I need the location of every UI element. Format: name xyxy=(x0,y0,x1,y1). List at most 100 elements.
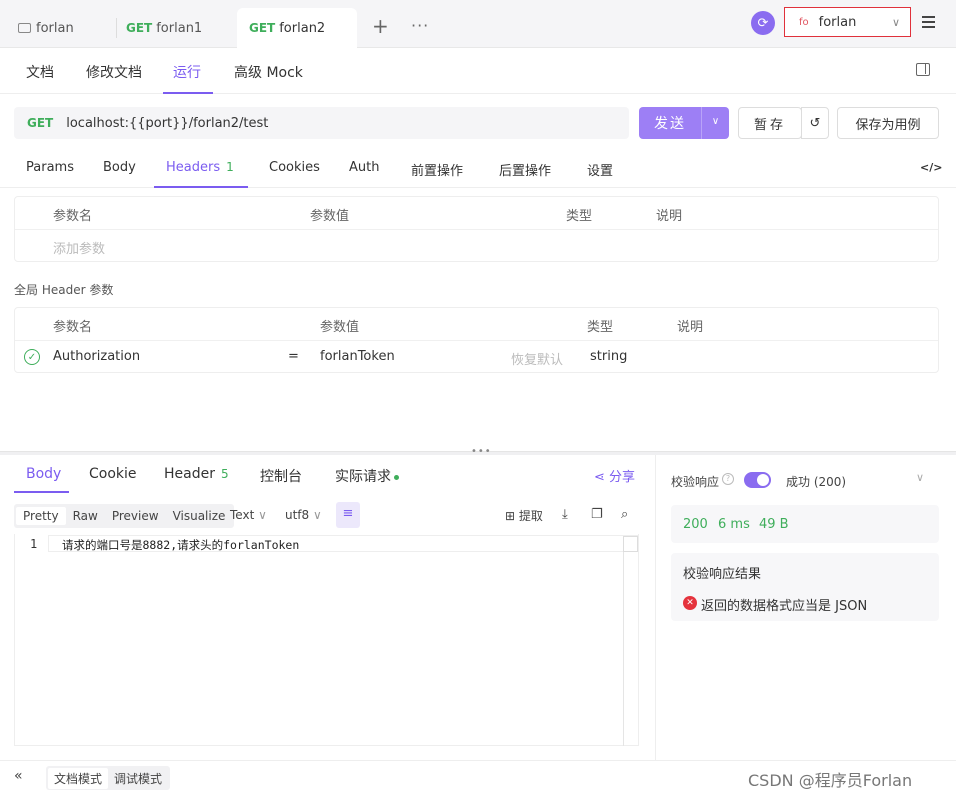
resp-tab-cookie[interactable]: Cookie xyxy=(89,466,137,482)
chevron-down-icon: ∨ xyxy=(891,15,900,29)
tab-params[interactable]: Params xyxy=(26,160,74,175)
tab-auth[interactable]: Auth xyxy=(349,160,379,175)
tab-cookies[interactable]: Cookies xyxy=(269,160,320,175)
env-name: forlan xyxy=(818,14,857,30)
validation-error-text: 返回的数据格式应当是 JSON xyxy=(701,599,868,614)
equals-sign: = xyxy=(288,349,299,364)
url-bar[interactable]: GET localhost:{{port}}/forlan2/test xyxy=(14,107,629,139)
share-button[interactable]: ⋖ 分享 xyxy=(594,466,635,485)
side-panel-icon[interactable] xyxy=(916,63,930,76)
response-editor[interactable] xyxy=(14,534,639,746)
copy-icon[interactable]: ❐ xyxy=(591,507,603,522)
environment-select[interactable]: fo forlan ∨ xyxy=(784,7,911,37)
extract-icon: ⊞ xyxy=(505,509,516,523)
headers-count-badge: 1 xyxy=(226,160,234,174)
response-size: 49 B xyxy=(759,517,789,532)
folder-icon xyxy=(18,23,31,33)
chevron-down-icon: ∨ xyxy=(258,508,267,522)
global-headers-table: 参数名 参数值 类型 说明 ✓ Authorization = forlanTo… xyxy=(14,307,939,373)
nav-doc[interactable]: 文档 xyxy=(26,62,54,82)
save-label: 暂存 xyxy=(753,117,786,133)
col-value: 参数值 xyxy=(310,209,350,224)
share-label: 分享 xyxy=(609,470,636,485)
global-header-label: 全局 Header 参数 xyxy=(14,283,114,297)
tab-forlan2[interactable]: GET forlan2 xyxy=(237,8,357,48)
format-type-select[interactable]: Text ∨ xyxy=(230,508,267,522)
nav-run[interactable]: 运行 xyxy=(173,62,201,82)
tab-forlan[interactable]: forlan xyxy=(6,8,86,48)
resp-tab-actual-request[interactable]: 实际请求 xyxy=(335,466,399,486)
status-dot xyxy=(394,474,399,480)
search-icon[interactable]: ⌕ xyxy=(621,507,628,522)
tab-label: forlan2 xyxy=(279,20,326,36)
resp-tab-body[interactable]: Body xyxy=(26,466,61,482)
tab-headers[interactable]: Headers 1 xyxy=(166,160,234,175)
resp-tab-header[interactable]: Header 5 xyxy=(164,466,229,482)
tab-headers-label: Headers xyxy=(166,160,221,175)
help-icon[interactable]: ? xyxy=(722,473,734,485)
table-header xyxy=(15,308,938,341)
tab-body[interactable]: Body xyxy=(103,160,136,175)
tab-pre-actions[interactable]: 前置操作 xyxy=(411,160,463,179)
global-param-name: Authorization xyxy=(53,349,141,364)
debug-mode-button[interactable]: 调试模式 xyxy=(108,768,168,789)
vertical-divider[interactable] xyxy=(655,455,656,760)
global-param-type: string xyxy=(590,349,628,364)
check-circle-icon[interactable]: ✓ xyxy=(24,349,40,365)
resp-header-label: Header xyxy=(164,466,215,482)
restore-default-link[interactable]: 恢复默认 xyxy=(511,349,563,368)
resp-header-count: 5 xyxy=(220,467,229,481)
resp-actual-label: 实际请求 xyxy=(335,469,391,485)
nav-mock[interactable]: 高级 Mock xyxy=(234,62,303,82)
validation-result-title: 校验响应结果 xyxy=(683,567,762,582)
col-type: 类型 xyxy=(587,320,614,335)
resp-tab-console[interactable]: 控制台 xyxy=(260,466,302,486)
send-dropdown-icon[interactable]: ∨ xyxy=(701,107,729,139)
table-header xyxy=(15,197,938,230)
more-icon[interactable]: ··· xyxy=(411,16,429,35)
format-raw[interactable]: Raw xyxy=(66,507,105,525)
tab-label: forlan1 xyxy=(156,20,203,36)
resp-active-indicator xyxy=(14,491,69,493)
tab-post-actions[interactable]: 后置操作 xyxy=(499,160,551,179)
extract-button[interactable]: ⊞ 提取 xyxy=(505,507,543,524)
col-desc: 说明 xyxy=(656,209,683,224)
send-button[interactable]: 发送 ∨ xyxy=(639,107,729,139)
method-label[interactable]: GET xyxy=(27,116,53,130)
drag-handle-icon[interactable]: ••• xyxy=(471,446,492,457)
menu-icon[interactable] xyxy=(916,9,940,35)
revert-icon[interactable]: ↺ xyxy=(801,107,829,139)
collapse-icon[interactable]: « xyxy=(14,768,23,784)
format-visualize[interactable]: Visualize xyxy=(166,507,233,525)
scrollbar-thumb[interactable] xyxy=(623,536,638,552)
encoding-select[interactable]: utf8 ∨ xyxy=(285,508,322,522)
chevron-down-icon[interactable]: ∨ xyxy=(916,471,924,484)
format-preview[interactable]: Preview xyxy=(105,507,166,525)
save-button[interactable]: 暂存 xyxy=(738,107,802,139)
new-tab-icon[interactable]: + xyxy=(372,14,389,38)
code-icon[interactable]: </> xyxy=(920,161,942,174)
save-case-button[interactable]: 保存为用例 xyxy=(837,107,939,139)
doc-mode-button[interactable]: 文档模式 xyxy=(48,767,109,789)
editor-scrollbar[interactable] xyxy=(623,536,638,746)
validate-label: 校验响应 xyxy=(671,475,720,489)
response-time: 6 ms xyxy=(718,517,750,532)
tab-forlan1[interactable]: GET forlan1 xyxy=(114,8,214,48)
wrap-lines-icon[interactable]: ≡ xyxy=(336,502,360,528)
nav-edit-doc[interactable]: 修改文档 xyxy=(86,62,142,82)
col-value: 参数值 xyxy=(320,320,360,335)
col-desc: 说明 xyxy=(677,320,704,335)
sync-icon[interactable]: ⟳ xyxy=(751,11,775,35)
validate-toggle[interactable] xyxy=(744,472,771,488)
url-input[interactable]: localhost:{{port}}/forlan2/test xyxy=(66,116,268,131)
col-name: 参数名 xyxy=(53,209,93,224)
global-param-value: forlanToken xyxy=(320,349,395,364)
format-pretty[interactable]: Pretty xyxy=(16,507,66,525)
download-icon[interactable]: ⤓ xyxy=(562,507,568,522)
add-param-input[interactable]: 添加参数 xyxy=(53,238,105,257)
validate-result-select[interactable]: 成功 (200) xyxy=(786,473,846,490)
tab-settings[interactable]: 设置 xyxy=(587,160,613,179)
response-text[interactable]: 请求的端口号是8882,请求头的forlanToken xyxy=(62,537,299,553)
mode-switch: 文档模式 调试模式 xyxy=(46,766,171,790)
encoding-value: utf8 xyxy=(285,508,310,522)
